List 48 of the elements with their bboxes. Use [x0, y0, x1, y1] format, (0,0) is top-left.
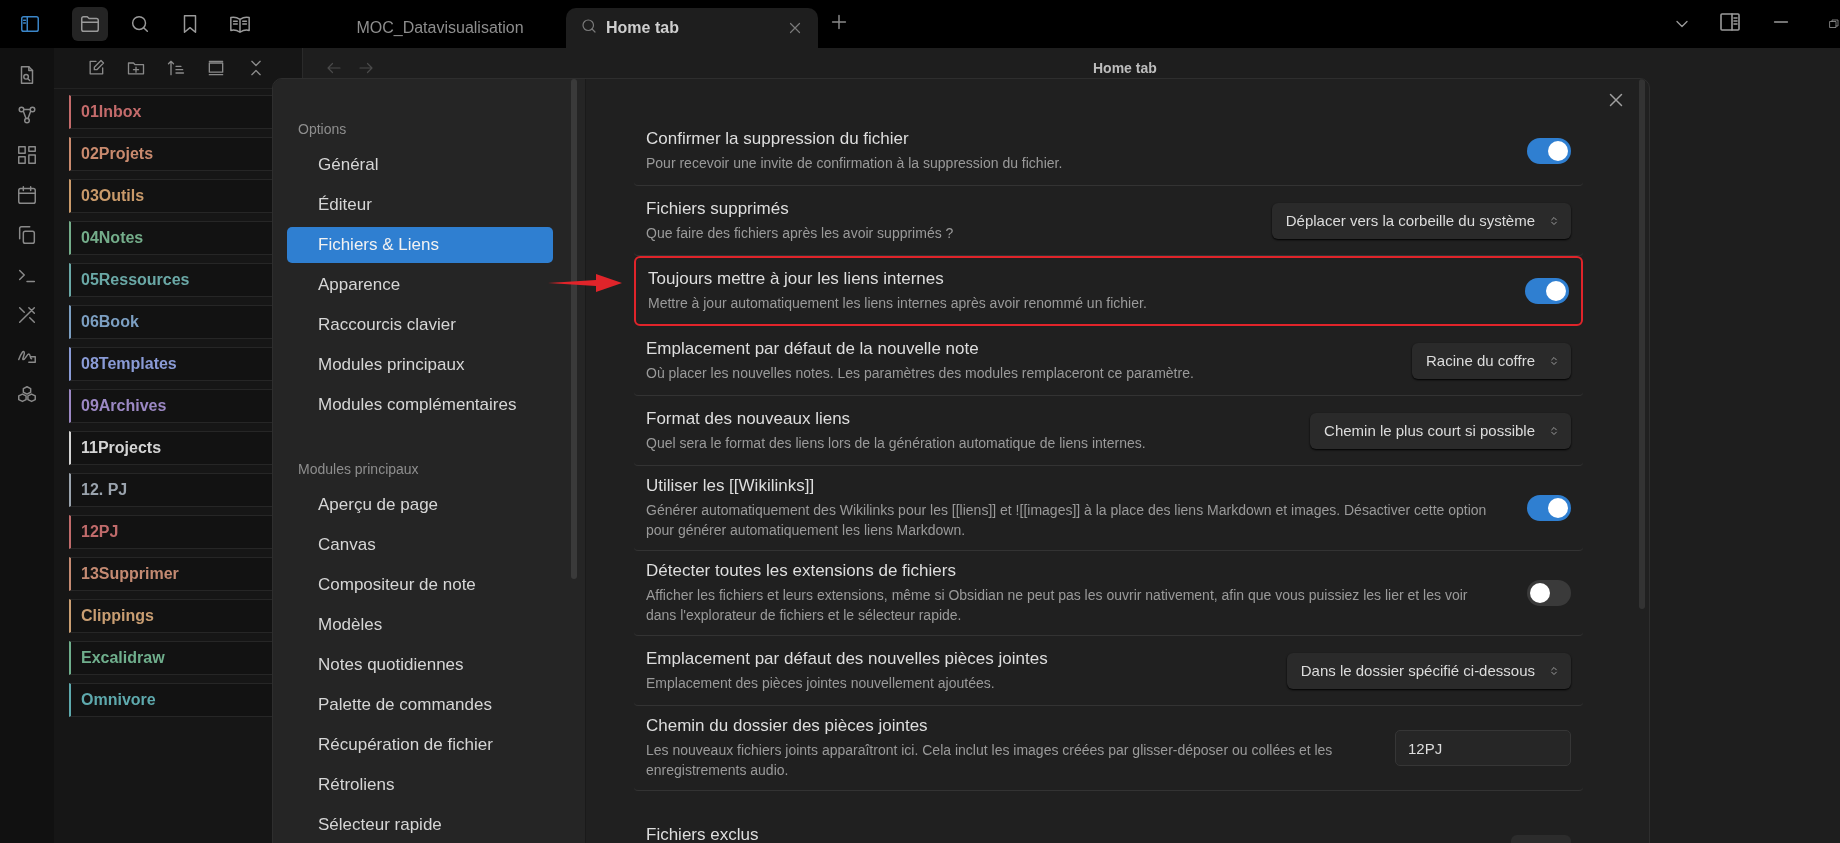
toggle-switch[interactable] — [1527, 580, 1571, 606]
toggle-switch[interactable] — [1527, 495, 1571, 521]
setting-title: Format des nouveaux liens — [646, 408, 852, 429]
setting-description: Que faire des fichiers après les avoir supprimés ? — [646, 223, 955, 243]
setting-title: Confirmer la suppression du fichier — [646, 128, 910, 149]
graph-icon[interactable] — [16, 104, 38, 126]
setting-title: Toujours mettre à jour les liens internes — [648, 269, 945, 289]
search-icon[interactable] — [129, 13, 151, 35]
setting-description: Où placer les nouvelles notes. Les paramètres des modules remplaceront ce paramètre. — [646, 363, 1195, 383]
toggle-switch[interactable] — [1527, 137, 1571, 164]
tab[interactable]: MOC_Datavisualisation — [314, 8, 566, 48]
settings-nav-item[interactable]: Fichiers & Liens — [287, 227, 553, 263]
sidebar-layout-icon[interactable] — [1718, 10, 1742, 34]
setting-title: Emplacement par défaut des nouvelles pièces jointes — [646, 648, 1049, 669]
setting-description: Afficher les fichiers et leurs extensions, même si Obsidian ne peut pas les ouvrir nativement, afin que vous puissiez les lier et les voir dans l'explorateur de fichiers et le sélecteur rapide. — [646, 586, 1469, 625]
toggle-switch[interactable] — [1525, 278, 1569, 304]
dropdown[interactable]: Racine du coffre — [1412, 342, 1571, 379]
setting-description: Mettre à jour automatiquement les liens internes après avoir renommé un fichier. — [648, 294, 1148, 313]
setting-description: Générer automatiquement des Wikilinks pour les [[liens]] et ![[images]] à la place des liens Markdown et images. Désactiver cette option pour générer automatiquement les liens Markdown. — [646, 501, 1488, 540]
scrollbar[interactable] — [571, 79, 577, 579]
tab[interactable]: Home tab — [566, 8, 818, 48]
text-field[interactable]: 12PJ — [1395, 730, 1571, 766]
setting-description: Les nouveaux fichiers joints apparaîtront ici. Cela inclut les images créées par glisser-déposer ou collées et les enregistrements audio. — [646, 741, 1334, 780]
copy-icon[interactable] — [16, 224, 38, 246]
setting-title: Utiliser les [[Wikilinks]] — [646, 476, 816, 496]
search-icon[interactable] — [580, 17, 598, 35]
view-title: Home tab — [1093, 60, 1157, 76]
window-icon[interactable] — [206, 58, 226, 78]
setting-title: Fichiers exclus — [646, 825, 760, 843]
settings-nav-item[interactable]: Rétroliens — [287, 767, 553, 803]
sidebar-toggle-icon[interactable] — [19, 13, 41, 35]
setting-title: Détecter toutes les extensions de fichiers — [646, 561, 957, 581]
dropdown[interactable]: Dans le dossier spécifié ci-dessous — [1286, 652, 1571, 689]
setting-description: Pour recevoir une invite de confirmation à la suppression du fichier. — [646, 153, 1064, 173]
sort-icon[interactable] — [166, 58, 186, 78]
dropdown[interactable]: Déplacer vers la corbeille du système — [1271, 202, 1571, 239]
tools-icon[interactable] — [16, 304, 38, 326]
setting-title: Chemin du dossier des pièces jointes — [646, 716, 929, 736]
folder-icon[interactable] — [79, 13, 101, 35]
settings-nav-item[interactable]: Récupération de fichier — [287, 727, 553, 763]
grid-icon[interactable] — [16, 144, 38, 166]
setting-description: Emplacement des pièces jointes nouvellement ajoutées. — [646, 673, 996, 693]
dropdown[interactable]: Chemin le plus court si possible — [1310, 412, 1571, 449]
setting-title: Emplacement par défaut de la nouvelle note — [646, 338, 980, 359]
calendar-icon[interactable] — [16, 184, 38, 206]
settings-nav-item[interactable]: Sélecteur rapide — [287, 807, 553, 843]
setting-description: Quel sera le format des liens lors de la génération automatique de liens internes. — [646, 433, 1147, 453]
setting-title: Fichiers supprimés — [646, 198, 790, 219]
